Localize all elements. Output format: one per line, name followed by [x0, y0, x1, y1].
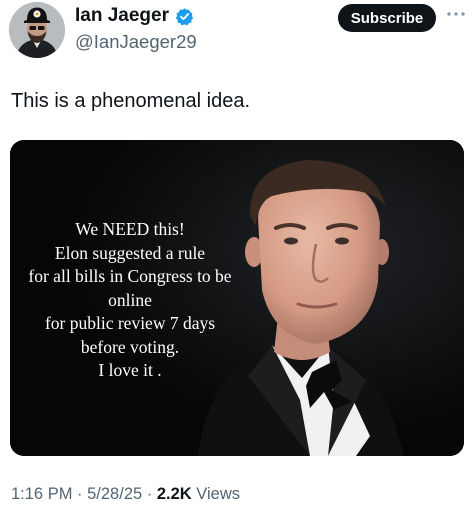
more-options-icon[interactable] [446, 6, 466, 22]
views-count[interactable]: 2.2K [157, 485, 192, 503]
meta-separator: · [72, 485, 88, 503]
tweet-date[interactable]: 5/28/25 [87, 485, 142, 503]
overlay-line: before voting. [80, 336, 180, 357]
avatar[interactable] [9, 2, 65, 58]
author-handle[interactable]: @IanJaeger29 [75, 31, 197, 53]
verified-badge-icon [175, 7, 194, 26]
meta-separator: · [142, 485, 157, 503]
subscribe-button[interactable]: Subscribe [338, 4, 436, 32]
tweet-meta: 1:16 PM · 5/28/25 · 2.2K Views [11, 485, 240, 504]
overlay-line: online [108, 289, 152, 310]
author-name[interactable]: Ian Jaeger [75, 5, 194, 27]
overlay-line: for all bills in Congress to be [28, 266, 232, 286]
media-overlay-text: We NEED this! Elon suggested a rule for … [14, 218, 246, 383]
overlay-line: Elon suggested a rule [54, 242, 206, 263]
tweet-time[interactable]: 1:16 PM [11, 485, 72, 503]
author-name-text[interactable]: Ian Jaeger [75, 5, 169, 27]
tweet-text: This is a phenomenal idea. [11, 90, 251, 112]
overlay-line: for public review 7 days [44, 313, 216, 333]
tweet-media-image[interactable]: We NEED this! Elon suggested a rule for … [10, 140, 464, 456]
overlay-line: I love it . [98, 360, 162, 380]
views-label: Views [191, 485, 241, 503]
overlay-line: We NEED this! [75, 219, 185, 239]
